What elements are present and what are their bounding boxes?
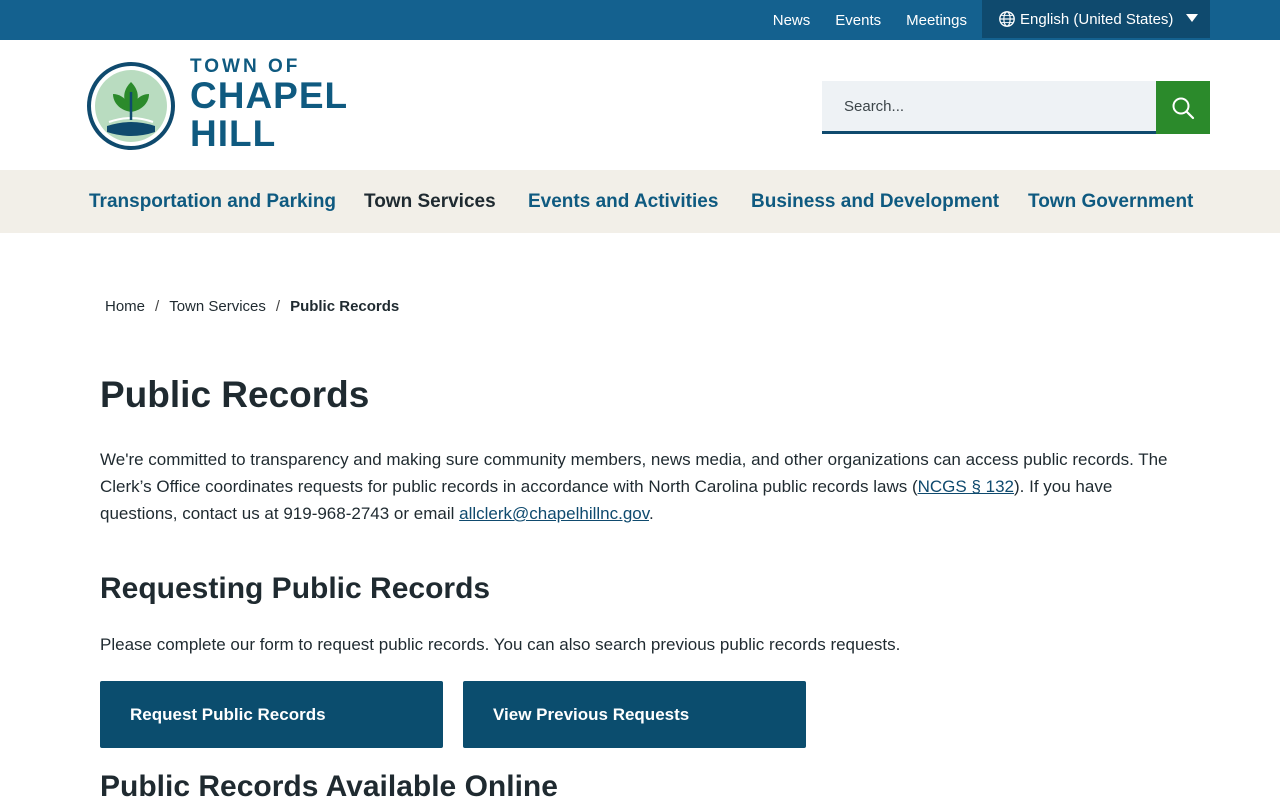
breadcrumb: Home / Town Services / Public Records: [105, 298, 399, 315]
section-heading-requesting: Requesting Public Records: [100, 572, 491, 605]
view-previous-requests-button[interactable]: View Previous Requests: [463, 681, 806, 748]
logo-wordmark[interactable]: TOWN OF CHAPEL HILL: [190, 57, 348, 153]
breadcrumb-separator: /: [275, 298, 281, 315]
breadcrumb-home[interactable]: Home: [105, 298, 145, 315]
logo-line-3: HILL: [190, 113, 277, 154]
nav-business-and-development[interactable]: Business and Development: [751, 170, 999, 233]
intro-text-3: .: [648, 504, 654, 523]
nav-town-government[interactable]: Town Government: [1028, 170, 1193, 233]
utility-link-news[interactable]: News: [773, 12, 811, 29]
main-navigation: Transportation and Parking Town Services…: [0, 170, 1280, 233]
search-box: [822, 81, 1156, 134]
chevron-down-icon: [1186, 14, 1198, 22]
utility-bar: News Events Meetings English (United Sta…: [0, 0, 1280, 40]
request-public-records-button[interactable]: Request Public Records: [100, 681, 443, 748]
breadcrumb-current: Public Records: [290, 298, 400, 315]
globe-icon: [999, 11, 1015, 27]
logo-line-1: TOWN OF: [190, 56, 301, 77]
nav-events-and-activities[interactable]: Events and Activities: [528, 170, 718, 233]
utility-link-events[interactable]: Events: [835, 12, 881, 29]
page-title: Public Records: [100, 374, 370, 415]
email-link[interactable]: allclerk@chapelhillnc.gov: [459, 504, 649, 523]
search-input[interactable]: [844, 97, 1144, 115]
breadcrumb-separator: /: [155, 298, 160, 315]
ncgs-link[interactable]: NCGS § 132: [918, 477, 1014, 496]
search-button[interactable]: [1156, 81, 1210, 134]
town-seal-logo[interactable]: [87, 62, 175, 150]
logo-line-2: CHAPEL: [190, 75, 349, 116]
requesting-description: Please complete our form to request publ…: [100, 635, 901, 654]
breadcrumb-town-services[interactable]: Town Services: [169, 298, 266, 315]
language-selector[interactable]: English (United States): [982, 0, 1210, 38]
utility-link-meetings[interactable]: Meetings: [906, 12, 967, 29]
language-label: English (United States): [1020, 10, 1174, 28]
site-header: TOWN OF CHAPEL HILL: [0, 40, 1280, 170]
nav-town-services[interactable]: Town Services: [364, 170, 496, 233]
utility-links: News Events Meetings: [773, 0, 967, 40]
section-heading-online: Public Records Available Online: [100, 770, 558, 803]
intro-paragraph: We're committed to transparency and maki…: [100, 446, 1190, 527]
search-icon: [1172, 97, 1195, 119]
nav-transportation-and-parking[interactable]: Transportation and Parking: [89, 170, 336, 233]
